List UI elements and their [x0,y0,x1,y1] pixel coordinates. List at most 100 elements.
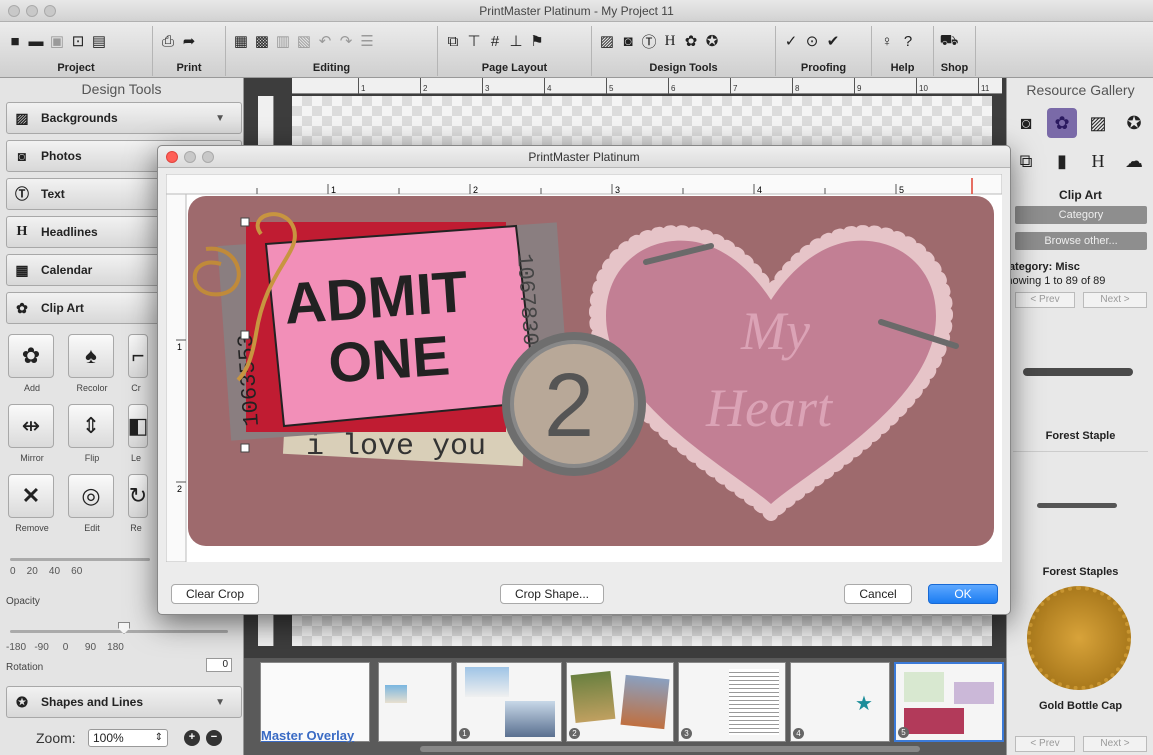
headline-icon[interactable]: H [661,32,679,50]
edit-button[interactable]: ◎ [68,474,114,518]
remove-button[interactable]: ✕ [8,474,54,518]
duplicate-icon[interactable]: ▧ [295,32,313,50]
prev-page-button-bottom[interactable]: < Prev [1015,736,1075,752]
headline-icon[interactable]: H [1083,146,1113,176]
ruler-icon[interactable]: ⊥ [507,32,525,50]
ruler-mark: 3 [482,78,489,94]
paste-icon[interactable]: ▦ [232,32,250,50]
page-thumb[interactable] [378,662,452,742]
zoom-dialog-button[interactable] [202,151,214,163]
crop-shape-button[interactable]: Crop Shape... [500,584,604,604]
forest-staples-image[interactable] [1037,503,1117,508]
share-icon[interactable]: ➦ [180,32,198,50]
page-thumb-selected[interactable]: 5 [894,662,1004,742]
rotation-value-field[interactable]: 0 [206,658,232,672]
landscape-icon[interactable]: ▨ [1083,108,1113,138]
reset-button[interactable]: ↻ [128,474,148,518]
text-icon: Ⓣ [15,186,29,202]
next-page-button[interactable]: Next > [1083,292,1147,308]
toolbar-label-shop: Shop [940,62,969,74]
pages-icon[interactable]: ⧉ [444,32,462,50]
mirror-button[interactable]: ⇹ [8,404,54,448]
forest-staple-image[interactable] [1023,368,1133,376]
add-clipart-button[interactable]: ✿ [8,334,54,378]
layer-button[interactable]: ◧ [128,404,148,448]
toolbar-group-shop: ⛟ Shop [934,26,976,76]
printer-icon[interactable]: ⎙ [159,32,177,50]
recolor-button[interactable]: ♠ [68,334,114,378]
clear-crop-button[interactable]: Clear Crop [171,584,259,604]
pages-icon[interactable]: ⧉ [1011,146,1041,176]
flip-button[interactable]: ⇕ [68,404,114,448]
cart-icon[interactable]: ⛟ [940,32,959,50]
heart-text-my: My [740,301,810,361]
columns-icon[interactable]: ▮ [1047,146,1077,176]
thumb-image [620,674,670,730]
grid-icon[interactable]: # [486,32,504,50]
cancel-button[interactable]: Cancel [844,584,912,604]
zoom-in-button[interactable]: + [184,730,200,746]
cloud-icon[interactable]: ☁ [1119,146,1149,176]
filmstrip-scrollbar[interactable] [420,746,920,752]
camera-icon[interactable]: ◙ [619,32,637,50]
close-window-button[interactable] [8,5,20,17]
opacity-slider[interactable] [10,558,150,561]
flower-icon[interactable]: ✿ [1047,108,1077,138]
undo-icon[interactable]: ↶ [316,32,334,50]
copy-icon[interactable]: ▩ [253,32,271,50]
spellcheck-icon[interactable]: ✓ [782,32,800,50]
zoom-label: Zoom: [36,730,76,746]
background-icon[interactable]: ▨ [598,32,616,50]
toolbar-group-proofing: ✓ ⊙ ✔ Proofing [776,26,872,76]
cut-icon[interactable]: ▥ [274,32,292,50]
minimize-window-button[interactable] [26,5,38,17]
page-thumb[interactable]: 3 [678,662,786,742]
ruler-mark: 10 [916,78,928,94]
section-label: Clip Art [41,301,84,315]
shapes-icon[interactable]: ✪ [703,32,721,50]
ok-button[interactable]: OK [928,584,998,604]
zoom-select[interactable]: 100% ⇕ [88,729,168,747]
page-thumb[interactable]: ★ 4 [790,662,890,742]
section-shapes-and-lines[interactable]: ✪ Shapes and Lines ▼ [6,686,242,718]
headline-icon: H [16,224,28,239]
tool-label: Le [130,453,141,463]
lightbulb-icon[interactable]: ♀ [878,32,896,50]
master-overlay-thumb[interactable]: Master Overlay [260,662,370,743]
align-icon[interactable]: ☰ [358,32,376,50]
preview-icon[interactable]: ⊙ [803,32,821,50]
close-dialog-button[interactable] [166,151,178,163]
showing-count: Showing 1 to 89 of 89 [999,275,1106,287]
minimize-dialog-button[interactable] [184,151,196,163]
open-project-icon[interactable]: ▬ [27,32,45,50]
ruler-mark: 9 [854,78,861,94]
next-page-button-bottom[interactable]: Next > [1083,736,1147,752]
page-number: 5 [898,727,909,738]
text-icon[interactable]: Ⓣ [640,32,658,51]
rotation-label: Rotation [6,662,44,673]
flag-icon[interactable]: ⚑ [528,32,546,50]
new-project-icon[interactable]: ■ [6,32,24,50]
section-backgrounds[interactable]: ▨ Backgrounds ▼ [6,102,242,134]
rotation-slider[interactable] [10,630,228,633]
grammar-icon[interactable]: ✔ [824,32,842,50]
page-thumb[interactable]: 1 [456,662,562,742]
text-frame-icon[interactable]: ⊤ [465,32,483,50]
zoom-out-button[interactable]: − [206,730,222,746]
question-icon[interactable]: ? [899,32,917,50]
clipart-icon[interactable]: ✿ [682,32,700,50]
gold-bottle-cap-image[interactable] [1027,586,1131,690]
category-button[interactable]: Category [1015,206,1147,224]
star-icon[interactable]: ✪ [1119,108,1149,138]
page-thumb[interactable]: 2 [566,662,674,742]
camera-icon[interactable]: ◙ [1011,108,1041,138]
document-icon[interactable]: ▤ [90,32,108,50]
resource-gallery-title: Resource Gallery [1026,82,1135,98]
export-icon[interactable]: ⊡ [69,32,87,50]
save-project-icon[interactable]: ▣ [48,32,66,50]
crop-button[interactable]: ⌐ [128,334,148,378]
redo-icon[interactable]: ↷ [337,32,355,50]
zoom-window-button[interactable] [44,5,56,17]
browse-other-button[interactable]: Browse other... [1015,232,1147,250]
prev-page-button[interactable]: < Prev [1015,292,1075,308]
